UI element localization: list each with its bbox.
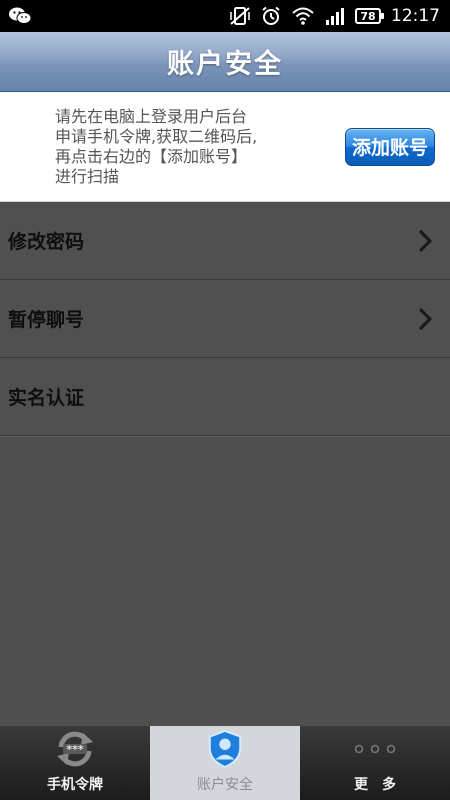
more-dots-icon bbox=[354, 744, 396, 754]
vibrate-off-icon bbox=[230, 7, 250, 25]
menu-item-suspend-account[interactable]: 暂停聊号 bbox=[0, 280, 450, 358]
tab-account-security[interactable]: 账户安全 bbox=[150, 726, 300, 800]
info-instructions: 请先在电脑上登录用户后台 申请手机令牌,获取二维码后, 再点击右边的【添加账号】… bbox=[55, 106, 258, 186]
tab-mobile-token[interactable]: *** 手机令牌 bbox=[0, 726, 150, 800]
security-menu: 修改密码 暂停聊号 实名认证 bbox=[0, 202, 450, 436]
info-panel: 请先在电脑上登录用户后台 申请手机令牌,获取二维码后, 再点击右边的【添加账号】… bbox=[0, 92, 450, 202]
svg-text:***: *** bbox=[66, 743, 84, 756]
alarm-icon bbox=[262, 6, 280, 25]
page-title: 账户安全 bbox=[167, 49, 283, 80]
menu-item-label: 实名认证 bbox=[8, 387, 85, 409]
menu-item-real-name-auth[interactable]: 实名认证 bbox=[0, 358, 450, 436]
menu-item-label: 暂停聊号 bbox=[8, 309, 85, 331]
status-bar: 78 12:17 bbox=[0, 0, 450, 32]
add-account-button[interactable]: 添加账号 bbox=[345, 127, 435, 166]
tab-more[interactable]: 更多 bbox=[300, 726, 450, 800]
shield-icon bbox=[208, 729, 242, 769]
tab-label: 手机令牌 bbox=[47, 777, 103, 793]
status-clock: 12:17 bbox=[391, 6, 440, 26]
tab-label: 账户安全 bbox=[197, 777, 253, 793]
chevron-right-icon bbox=[419, 229, 432, 252]
signal-icon bbox=[326, 8, 344, 25]
battery-icon: 78 bbox=[355, 8, 384, 24]
wifi-icon bbox=[292, 7, 314, 25]
chevron-right-icon bbox=[419, 307, 432, 330]
menu-item-label: 修改密码 bbox=[8, 231, 85, 253]
bottom-tab-bar: *** 手机令牌 账户安全 更多 bbox=[0, 726, 450, 800]
token-refresh-icon: *** bbox=[57, 731, 93, 767]
tab-label: 更多 bbox=[354, 777, 410, 793]
wechat-icon bbox=[9, 7, 32, 24]
menu-item-change-password[interactable]: 修改密码 bbox=[0, 202, 450, 280]
title-bar: 账户安全 bbox=[0, 32, 450, 92]
